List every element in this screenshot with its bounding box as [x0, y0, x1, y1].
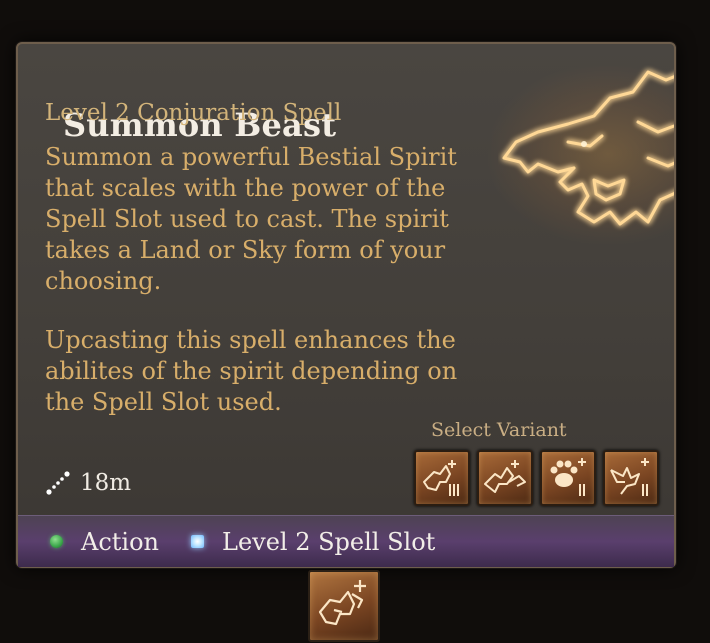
paw-variant-button[interactable] [540, 450, 596, 506]
summon-beast-wolf-icon [318, 580, 366, 626]
hotbar-spell-button[interactable] [308, 570, 380, 642]
upcast-description: Upcasting this spell enhances the abilit… [45, 326, 458, 416]
cost-bar: Action Level 2 Spell Slot [18, 515, 674, 567]
range-value: 18m [80, 470, 132, 496]
variant-list [414, 450, 666, 506]
select-variant-label: Select Variant [431, 419, 567, 441]
wolf-sky-variant-button[interactable] [477, 450, 533, 506]
eagle-variant-icon [610, 458, 649, 496]
spell-slot-cost: Level 2 Spell Slot [191, 528, 435, 556]
wolf-head-glow-icon [502, 70, 674, 226]
wolf-sky-variant-icon [484, 460, 526, 493]
action-icon [50, 535, 63, 548]
wolf-land-variant-icon [423, 460, 459, 496]
action-cost: Action [50, 528, 159, 556]
action-label: Action [81, 527, 159, 556]
eagle-variant-button[interactable] [603, 450, 659, 506]
spell-slot-icon [191, 535, 204, 548]
spell-description: Summon a powerful Bestial Spirit that sc… [45, 143, 457, 295]
wolf-land-variant-button[interactable] [414, 450, 470, 506]
spell-subtitle: Level 2 Conjuration Spell [45, 100, 342, 126]
paw-variant-icon [550, 458, 586, 496]
range-row: 18m [45, 468, 131, 498]
range-icon [46, 471, 70, 495]
spell-slot-label: Level 2 Spell Slot [222, 527, 436, 556]
